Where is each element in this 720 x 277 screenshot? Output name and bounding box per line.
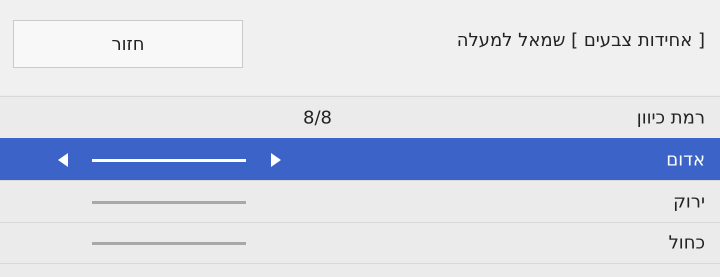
decrease-arrow-icon[interactable] <box>58 152 68 167</box>
increase-arrow-icon[interactable] <box>271 152 281 167</box>
color-uniformity-panel: חזור [ אחידות צבעים ] שמאל למעלה רמת כיו… <box>0 0 720 277</box>
blue-label: כחול <box>668 232 705 254</box>
green-slider[interactable] <box>92 200 246 204</box>
page-title: [ אחידות צבעים ] שמאל למעלה <box>456 30 705 51</box>
blue-slider[interactable] <box>92 242 246 245</box>
adjustment-level-row[interactable]: רמת כיוון 8/8 <box>0 96 720 138</box>
red-row[interactable]: אדום <box>0 138 720 180</box>
red-slider[interactable] <box>92 158 246 162</box>
adjustment-level-label: רמת כיוון <box>636 107 705 128</box>
back-button[interactable]: חזור <box>13 20 243 68</box>
blue-row[interactable]: כחול <box>0 222 720 264</box>
green-label: ירוק <box>673 191 705 212</box>
red-label: אדום <box>666 149 705 170</box>
settings-list: רמת כיוון 8/8 אדום ירוק כחול <box>0 96 720 264</box>
panel-header: חזור [ אחידות צבעים ] שמאל למעלה <box>0 0 720 95</box>
green-row[interactable]: ירוק <box>0 180 720 222</box>
adjustment-level-value: 8/8 <box>303 107 332 128</box>
